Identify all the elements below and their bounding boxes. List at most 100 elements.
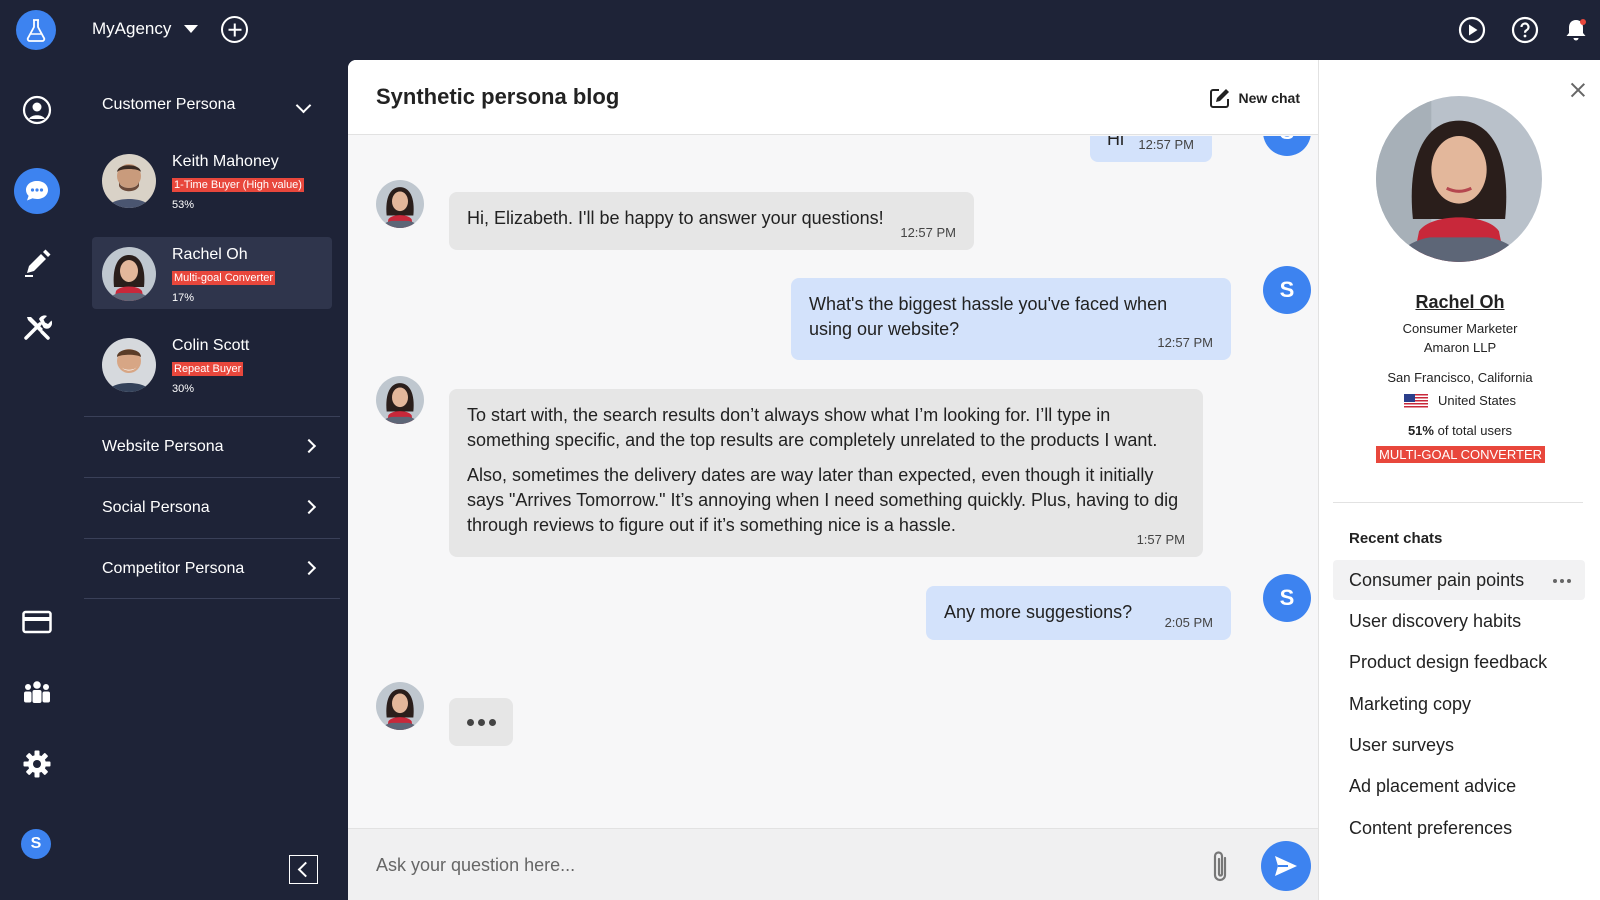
agency-name[interactable]: MyAgency: [92, 19, 171, 39]
user-avatar-initial[interactable]: S: [21, 829, 51, 859]
user-avatar: S: [1263, 136, 1311, 156]
persona-message: Hi, Elizabeth. I'll be happy to answer y…: [449, 192, 974, 250]
customer-persona-header[interactable]: Customer Persona: [102, 96, 235, 114]
recent-chat-label: Consumer pain points: [1349, 570, 1525, 590]
send-button[interactable]: [1261, 841, 1311, 891]
recent-chats-title: Recent chats: [1349, 530, 1443, 547]
social-persona-section[interactable]: Social Persona: [84, 477, 340, 538]
typing-indicator: [449, 698, 513, 746]
profile-company: Amaron LLP: [1423, 340, 1497, 355]
persona-panel: Customer Persona Keith Mahoney 1-Time Bu…: [84, 60, 348, 900]
help-circle-icon[interactable]: [1511, 16, 1539, 44]
persona-profile-panel: Rachel Oh Consumer Marketer Amaron LLP S…: [1318, 60, 1600, 900]
persona-card-keith-mahoney[interactable]: Keith Mahoney 1-Time Buyer (High value) …: [92, 144, 332, 216]
persona-percent: 30%: [172, 383, 195, 395]
persona-name: Keith Mahoney: [172, 153, 279, 170]
chevron-down-icon[interactable]: [295, 97, 312, 114]
pencil-icon[interactable]: [17, 243, 57, 283]
user-avatar: S: [1263, 574, 1311, 622]
competitor-persona-section[interactable]: Competitor Persona: [84, 538, 340, 599]
section-label: Competitor Persona: [102, 560, 245, 577]
user-message: What's the biggest hassle you've faced w…: [791, 278, 1231, 360]
top-bar: MyAgency: [0, 0, 1600, 60]
credit-card-icon[interactable]: [17, 602, 57, 642]
us-flag-icon: [1403, 394, 1428, 410]
collapse-sidebar-button[interactable]: [289, 855, 318, 884]
play-circle-icon[interactable]: [1458, 16, 1486, 44]
user-avatar: S: [1263, 266, 1311, 314]
message-time: 12:57 PM: [900, 225, 956, 240]
avatar: [102, 154, 156, 208]
persona-card-rachel-oh[interactable]: Rachel Oh Multi-goal Converter 17%: [92, 237, 332, 309]
recent-chat-label: Product design feedback: [1349, 652, 1548, 672]
profile-share: 51% of total users: [1319, 423, 1600, 438]
more-options-icon[interactable]: [1553, 579, 1571, 583]
persona-tag: Repeat Buyer: [172, 362, 244, 376]
bell-icon[interactable]: [1562, 16, 1590, 44]
new-chat-label: New chat: [1238, 90, 1300, 106]
message-time: 12:57 PM: [1157, 335, 1213, 350]
recent-chat-item[interactable]: Ad placement advice: [1333, 766, 1585, 806]
recent-chat-label: User discovery habits: [1349, 611, 1522, 631]
message-time: 2:05 PM: [1164, 615, 1213, 630]
persona-avatar: [376, 682, 424, 730]
persona-tag: Multi-goal Converter: [172, 271, 276, 285]
message-text: What's the biggest hassle you've faced w…: [809, 294, 1168, 339]
persona-name: Colin Scott: [172, 337, 250, 354]
message-text: To start with, the search results don’t …: [467, 405, 1158, 450]
message-text: Also, sometimes the delivery dates are w…: [467, 465, 1179, 535]
close-icon[interactable]: [1570, 82, 1586, 98]
profile-country: United States: [1319, 393, 1600, 410]
recent-chat-item[interactable]: Product design feedback: [1333, 642, 1585, 682]
add-circle-icon[interactable]: [221, 16, 248, 43]
persona-percent: 53%: [172, 199, 195, 211]
chevron-down-icon[interactable]: [184, 25, 198, 33]
website-persona-section[interactable]: Website Persona: [84, 416, 340, 477]
user-circle-icon[interactable]: [17, 90, 57, 130]
chat-icon[interactable]: [14, 168, 60, 214]
user-message: Hi 12:57 PM: [1090, 136, 1212, 162]
profile-name[interactable]: Rachel Oh: [1319, 292, 1600, 313]
message-text: Hi: [1107, 136, 1124, 149]
message-time: 12:57 PM: [1138, 137, 1194, 152]
persona-message: To start with, the search results don’t …: [449, 389, 1203, 557]
composer: [348, 828, 1318, 900]
chevron-right-icon: [301, 499, 317, 515]
country-label: United States: [1437, 393, 1517, 408]
question-input[interactable]: [368, 847, 1148, 883]
chevron-right-icon: [301, 560, 317, 576]
avatar: [102, 247, 156, 301]
divider: [1333, 502, 1583, 503]
avatar: [102, 338, 156, 392]
chevron-right-icon: [301, 438, 317, 454]
persona-percent: 17%: [172, 292, 195, 304]
recent-chat-item[interactable]: User discovery habits: [1333, 601, 1585, 641]
paperclip-icon[interactable]: [1206, 849, 1236, 885]
recent-chat-label: Marketing copy: [1349, 694, 1472, 714]
recent-chat-item[interactable]: Marketing copy: [1333, 684, 1585, 724]
persona-name: Rachel Oh: [172, 246, 248, 263]
message-text: Hi, Elizabeth. I'll be happy to answer y…: [467, 208, 884, 228]
gear-icon[interactable]: [17, 744, 57, 784]
recent-chat-label: Content preferences: [1349, 818, 1513, 838]
recent-chat-label: User surveys: [1349, 735, 1455, 755]
message-time: 1:57 PM: [1136, 532, 1185, 547]
section-label: Website Persona: [102, 438, 224, 455]
chat-header: Synthetic persona blog New chat: [348, 60, 1318, 135]
persona-card-colin-scott[interactable]: Colin Scott Repeat Buyer 30%: [92, 328, 332, 400]
persona-avatar: [376, 376, 424, 424]
segment-badge: MULTI-GOAL CONVERTER: [1376, 446, 1546, 463]
team-icon[interactable]: [17, 672, 57, 712]
recent-chat-item[interactable]: Content preferences: [1333, 808, 1585, 848]
page-title: Synthetic persona blog: [376, 84, 620, 109]
flask-logo-icon[interactable]: [16, 10, 56, 50]
recent-chat-item[interactable]: User surveys: [1333, 725, 1585, 765]
tools-icon[interactable]: [17, 307, 57, 347]
user-message: Any more suggestions? 2:05 PM: [926, 586, 1231, 640]
recent-chat-label: Ad placement advice: [1349, 776, 1517, 796]
new-chat-button[interactable]: New chat: [1209, 87, 1300, 109]
chat-panel: Synthetic persona blog New chat Hi 12:57…: [348, 60, 1318, 900]
recent-chat-item[interactable]: Consumer pain points: [1333, 560, 1585, 600]
profile-role: Consumer Marketer: [1402, 321, 1518, 336]
section-label: Social Persona: [102, 499, 210, 516]
